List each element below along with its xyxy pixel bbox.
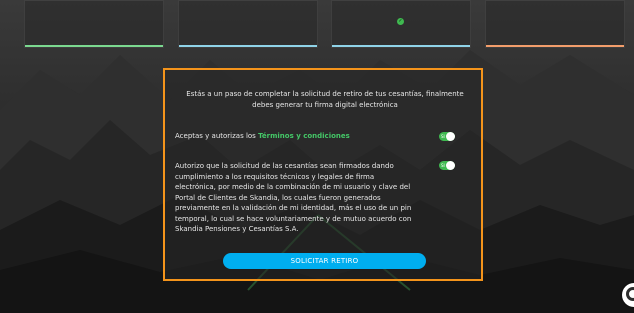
authorization-text: Autorizo que la solicitud de las cesantí… [175, 162, 412, 233]
step-card-1 [24, 0, 164, 48]
withdrawal-confirmation-modal: Estás a un paso de completar la solicitu… [163, 68, 483, 281]
terms-prefix: Aceptas y autorizas los [175, 132, 259, 140]
toggle-knob [446, 132, 455, 141]
step-card-accent [332, 45, 470, 47]
submit-withdrawal-button[interactable]: SOLICITAR RETIRO [223, 253, 426, 269]
step-card-2 [178, 0, 318, 48]
modal-intro-text: Estás a un paso de completar la solicitu… [186, 90, 464, 109]
step-card-accent [486, 45, 624, 47]
toggle-label: SI [441, 134, 445, 139]
authorization-toggle[interactable]: SI [439, 161, 455, 170]
step-card-3: ✓ [331, 0, 471, 48]
terms-link[interactable]: Términos y condiciones [258, 132, 350, 140]
check-icon: ✓ [397, 18, 404, 25]
terms-toggle[interactable]: SI [439, 132, 455, 141]
toggle-knob [446, 161, 455, 170]
toggle-label: SI [441, 163, 445, 168]
chat-bubble-icon [626, 287, 634, 301]
step-card-accent [25, 45, 163, 47]
step-card-accent [179, 45, 317, 47]
terms-row: Aceptas y autorizas los Términos y condi… [175, 132, 350, 141]
step-card-4 [485, 0, 625, 48]
